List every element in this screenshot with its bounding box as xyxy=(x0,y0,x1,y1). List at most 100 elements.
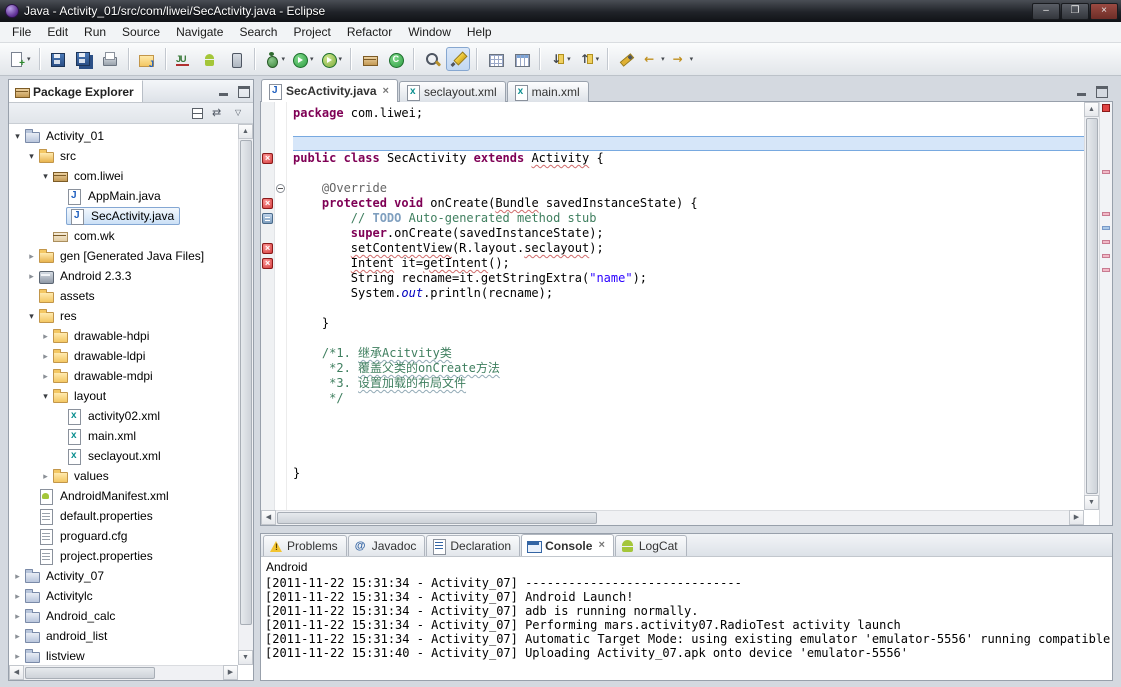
console-output[interactable]: [2011-11-22 15:31:34 - Activity_07] ----… xyxy=(261,575,1112,680)
overview-blue-mark[interactable] xyxy=(1102,226,1110,230)
code-line-6[interactable]: @Override xyxy=(293,181,1084,196)
close-button[interactable]: × xyxy=(1090,3,1118,20)
code-line-9[interactable]: super.onCreate(savedInstanceState); xyxy=(293,226,1084,241)
tree-item-appmain-java[interactable]: AppMain.java xyxy=(9,186,238,206)
menu-file[interactable]: File xyxy=(4,22,39,42)
tree-scroll-thumb[interactable] xyxy=(240,140,252,625)
code-line-3[interactable] xyxy=(293,136,1084,151)
code-line-24[interactable] xyxy=(293,451,1084,466)
menu-project[interactable]: Project xyxy=(285,22,338,42)
close-tab-icon[interactable]: × xyxy=(598,540,604,551)
overview-pink-mark[interactable] xyxy=(1102,240,1110,244)
scroll-left-icon[interactable] xyxy=(9,665,24,680)
new-junit-test-button[interactable] xyxy=(172,47,196,71)
scroll-down-icon[interactable] xyxy=(1084,495,1099,510)
view-menu-icon[interactable] xyxy=(231,105,249,122)
run-button[interactable]: ▾ xyxy=(289,47,316,71)
tree-item-android-list[interactable]: ▸android_list xyxy=(9,626,238,646)
tree-item-default-properties[interactable]: default.properties xyxy=(9,506,238,526)
overview-pink-mark[interactable] xyxy=(1102,170,1110,174)
dropdown-arrow-icon[interactable]: ▾ xyxy=(339,55,343,63)
menu-navigate[interactable]: Navigate xyxy=(168,22,231,42)
menu-window[interactable]: Window xyxy=(400,22,459,42)
tree-vertical-scrollbar[interactable] xyxy=(238,124,253,665)
tree-item-main-xml[interactable]: main.xml xyxy=(9,426,238,446)
tree-item-androidmanifest-xml[interactable]: AndroidManifest.xml xyxy=(9,486,238,506)
tree-item-secactivity-java[interactable]: SecActivity.java xyxy=(9,206,238,226)
tab-declaration[interactable]: Declaration xyxy=(426,535,520,556)
tree-hscroll-thumb[interactable] xyxy=(25,667,155,679)
task-marker-icon[interactable] xyxy=(262,213,273,224)
dropdown-arrow-icon[interactable]: ▾ xyxy=(690,55,694,63)
back-history-button[interactable]: ▾ xyxy=(640,47,667,71)
tree-item-android-2-3-3[interactable]: ▸Android 2.3.3 xyxy=(9,266,238,286)
editor-minimize-icon[interactable] xyxy=(1073,82,1091,100)
code-line-14[interactable] xyxy=(293,301,1084,316)
menu-source[interactable]: Source xyxy=(114,22,168,42)
tab-logcat[interactable]: LogCat xyxy=(615,535,687,556)
forward-history-button[interactable]: ▾ xyxy=(669,47,696,71)
editor-tab-seclayout-xml[interactable]: seclayout.xml xyxy=(399,81,506,102)
code-line-17[interactable]: /*1. 继承Acitvity类 xyxy=(293,346,1084,361)
expander-icon[interactable]: ▸ xyxy=(11,651,24,662)
debug-button[interactable]: ▾ xyxy=(261,47,288,71)
tree-item-activitylc[interactable]: ▸Activitylc xyxy=(9,586,238,606)
scroll-down-icon[interactable] xyxy=(238,650,253,665)
editor-horizontal-scrollbar[interactable] xyxy=(261,510,1084,525)
new-java-class-button[interactable] xyxy=(383,47,407,71)
expander-icon[interactable]: ▸ xyxy=(39,471,52,482)
code-line-8[interactable]: // TODO Auto-generated method stub xyxy=(293,211,1084,226)
tree-item-proguard-cfg[interactable]: proguard.cfg xyxy=(9,526,238,546)
scroll-right-icon[interactable] xyxy=(223,665,238,680)
menu-run[interactable]: Run xyxy=(76,22,114,42)
code-line-13[interactable]: System.out.println(recname); xyxy=(293,286,1084,301)
save-button[interactable] xyxy=(46,47,70,71)
tree-item-drawable-hdpi[interactable]: ▸drawable-hdpi xyxy=(9,326,238,346)
overview-pink-mark[interactable] xyxy=(1102,254,1110,258)
open-search-dialog-button[interactable] xyxy=(420,47,444,71)
menu-refactor[interactable]: Refactor xyxy=(339,22,400,42)
expander-icon[interactable]: ▾ xyxy=(39,171,52,182)
android-sdk-manager-button[interactable] xyxy=(198,47,222,71)
minimize-button[interactable]: – xyxy=(1032,3,1060,20)
maximize-view-icon[interactable] xyxy=(234,82,252,100)
expander-icon[interactable]: ▸ xyxy=(25,271,38,282)
dropdown-arrow-icon[interactable]: ▾ xyxy=(282,55,286,63)
collapse-fold-icon[interactable] xyxy=(276,184,285,193)
maximize-button[interactable]: ❐ xyxy=(1061,3,1089,20)
expander-icon[interactable]: ▾ xyxy=(39,391,52,402)
package-explorer-tab[interactable]: Package Explorer xyxy=(9,80,143,102)
horizontal-sash[interactable] xyxy=(260,526,1113,533)
next-annotation-button[interactable]: ▾ xyxy=(546,47,573,71)
error-marker-icon[interactable] xyxy=(262,243,273,254)
expander-icon[interactable]: ▸ xyxy=(11,571,24,582)
tree-item-seclayout-xml[interactable]: seclayout.xml xyxy=(9,446,238,466)
tree-item-activity-01[interactable]: ▾Activity_01 xyxy=(9,126,238,146)
code-line-19[interactable]: *3. 设置加载的布局文件 xyxy=(293,376,1084,391)
tab-console[interactable]: Console× xyxy=(521,534,614,556)
show-view-table-button[interactable] xyxy=(509,47,533,71)
code-line-12[interactable]: String recname=it.getStringExtra("name")… xyxy=(293,271,1084,286)
expander-icon[interactable]: ▾ xyxy=(25,311,38,322)
code-area[interactable]: package com.liwei; public class SecActiv… xyxy=(287,102,1084,510)
menu-search[interactable]: Search xyxy=(231,22,285,42)
code-line-7[interactable]: protected void onCreate(Bundle savedInst… xyxy=(293,196,1084,211)
overview-pink-mark[interactable] xyxy=(1102,212,1110,216)
dropdown-arrow-icon[interactable]: ▾ xyxy=(567,55,571,63)
close-tab-icon[interactable]: × xyxy=(383,86,389,97)
link-with-editor-icon[interactable] xyxy=(210,105,228,122)
dropdown-arrow-icon[interactable]: ▾ xyxy=(661,55,665,63)
code-line-22[interactable] xyxy=(293,421,1084,436)
expander-icon[interactable]: ▸ xyxy=(39,351,52,362)
new-wizard-button[interactable]: ▾ xyxy=(6,47,33,71)
previous-annotation-button[interactable]: ▾ xyxy=(575,47,602,71)
last-edit-location-button[interactable] xyxy=(614,47,638,71)
tree-item-gen-generated-java-files[interactable]: ▸gen [Generated Java Files] xyxy=(9,246,238,266)
menu-edit[interactable]: Edit xyxy=(39,22,76,42)
tree-item-listview[interactable]: ▸listview xyxy=(9,646,238,665)
dropdown-arrow-icon[interactable]: ▾ xyxy=(310,55,314,63)
expander-icon[interactable]: ▸ xyxy=(11,611,24,622)
code-line-20[interactable]: */ xyxy=(293,391,1084,406)
tree-item-activity02-xml[interactable]: activity02.xml xyxy=(9,406,238,426)
tree-item-assets[interactable]: assets xyxy=(9,286,238,306)
